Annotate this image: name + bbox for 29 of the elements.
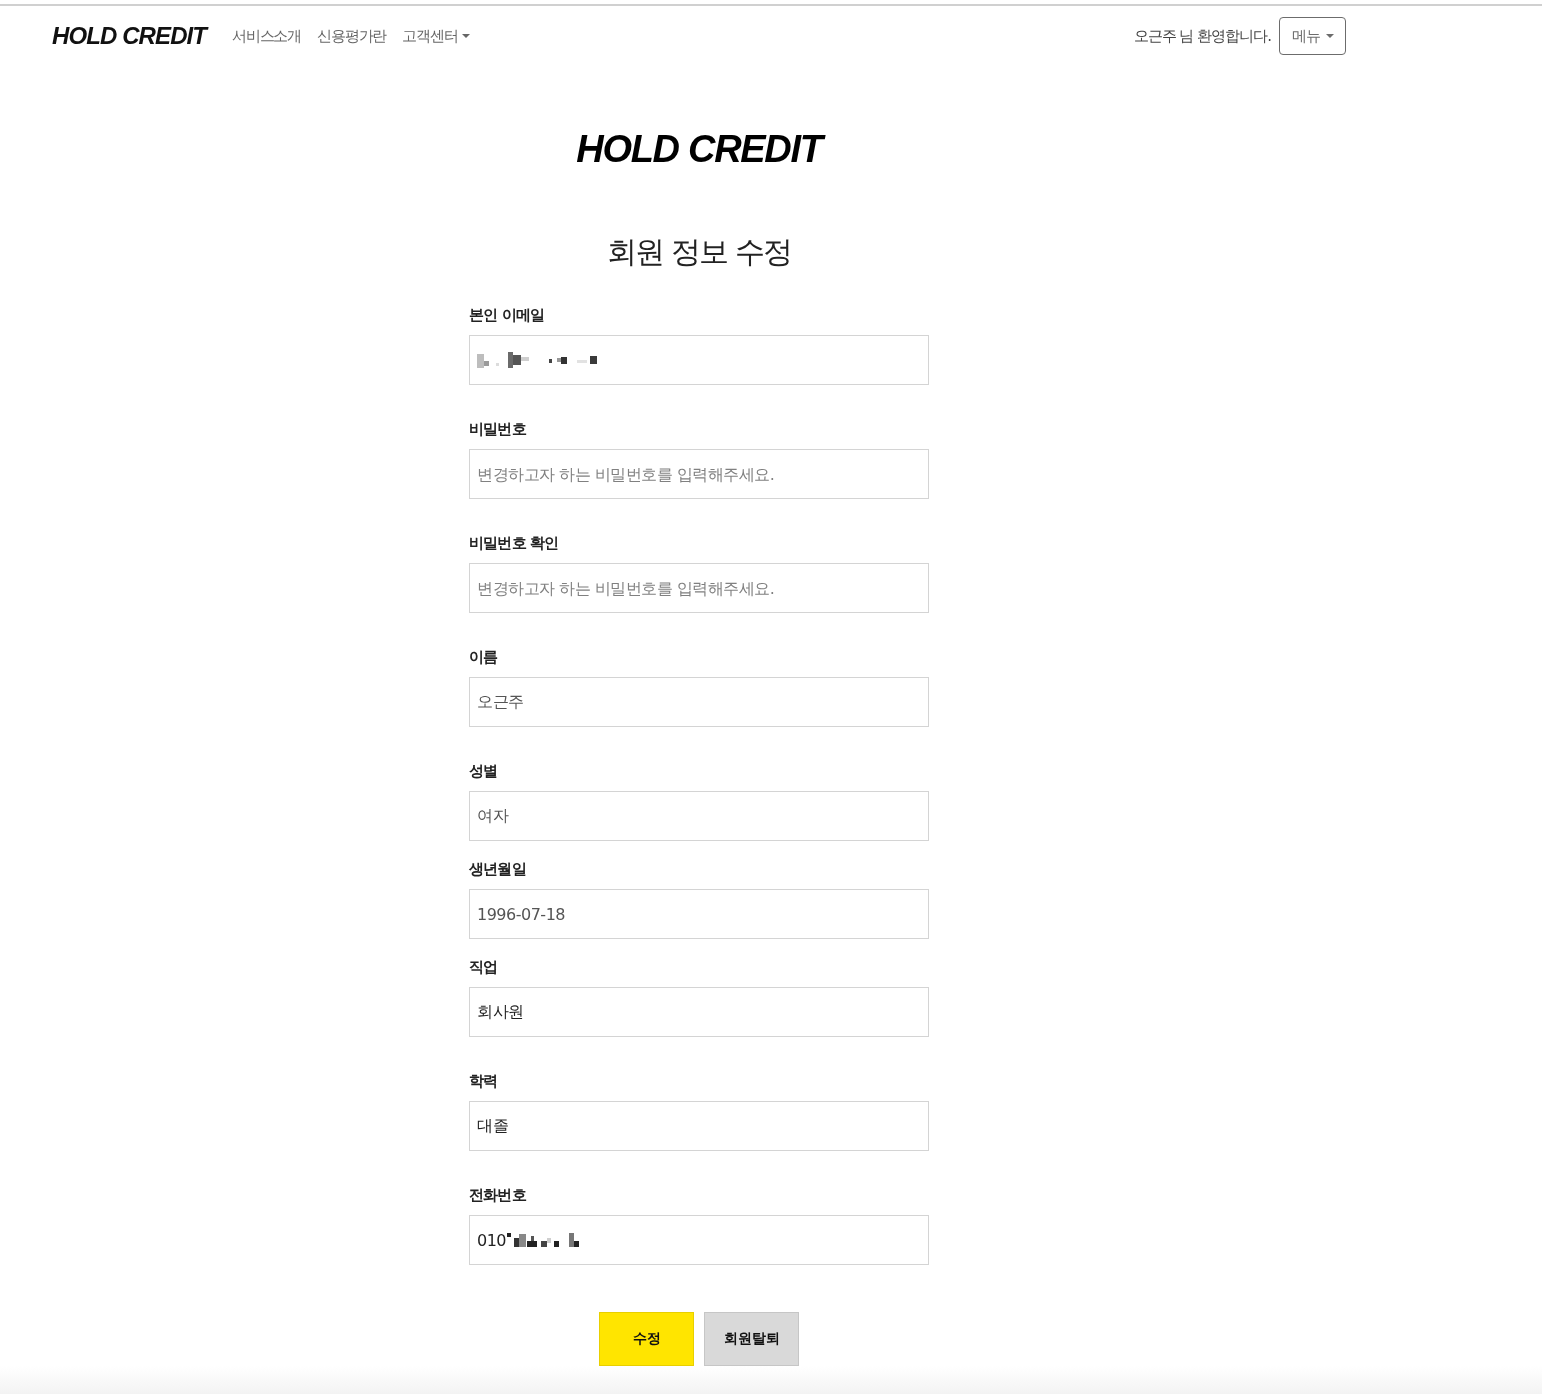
brand-logo[interactable]: HOLD CREDIT bbox=[52, 22, 207, 50]
submit-button[interactable]: 수정 bbox=[599, 1312, 694, 1366]
input-field[interactable]: 회사원 bbox=[469, 987, 929, 1037]
field-label: 생년월일 bbox=[469, 859, 526, 880]
nav-link[interactable]: 신용평가란 bbox=[309, 26, 395, 46]
field-label: 학력 bbox=[469, 1071, 498, 1092]
input-field[interactable]: 여자 bbox=[469, 791, 929, 841]
input-field[interactable]: 1996-07-18 bbox=[469, 889, 929, 939]
input-field[interactable]: 변경하고자 하는 비밀번호를 입력해주세요. bbox=[469, 563, 929, 613]
mosaic-icon bbox=[505, 1232, 580, 1248]
field-label: 이름 bbox=[469, 647, 498, 668]
field-label: 본인 이메일 bbox=[469, 305, 545, 326]
page-title: 회원 정보 수정 bbox=[607, 234, 791, 270]
input-field[interactable] bbox=[469, 335, 929, 385]
nav-link[interactable]: 서비스소개 bbox=[224, 26, 310, 46]
input-field[interactable]: 대졸 bbox=[469, 1101, 929, 1151]
field-label: 성별 bbox=[469, 761, 498, 782]
nav-link[interactable]: 고객센터 bbox=[394, 26, 479, 46]
input-field[interactable]: 변경하고자 하는 비밀번호를 입력해주세요. bbox=[469, 449, 929, 499]
field-label: 직업 bbox=[469, 957, 498, 978]
input-field[interactable]: 010 bbox=[469, 1215, 929, 1265]
input-field[interactable]: 오근주 bbox=[469, 677, 929, 727]
field-label: 비밀번호 bbox=[469, 419, 526, 440]
menu-button[interactable]: 메뉴 bbox=[1279, 17, 1346, 55]
mosaic-icon bbox=[477, 352, 598, 368]
field-label: 전화번호 bbox=[469, 1185, 526, 1206]
field-label: 비밀번호 확인 bbox=[469, 533, 559, 554]
withdraw-button[interactable]: 회원탈퇴 bbox=[704, 1312, 799, 1366]
welcome-text: 오근주 님 환영합니다. bbox=[1133, 26, 1271, 46]
